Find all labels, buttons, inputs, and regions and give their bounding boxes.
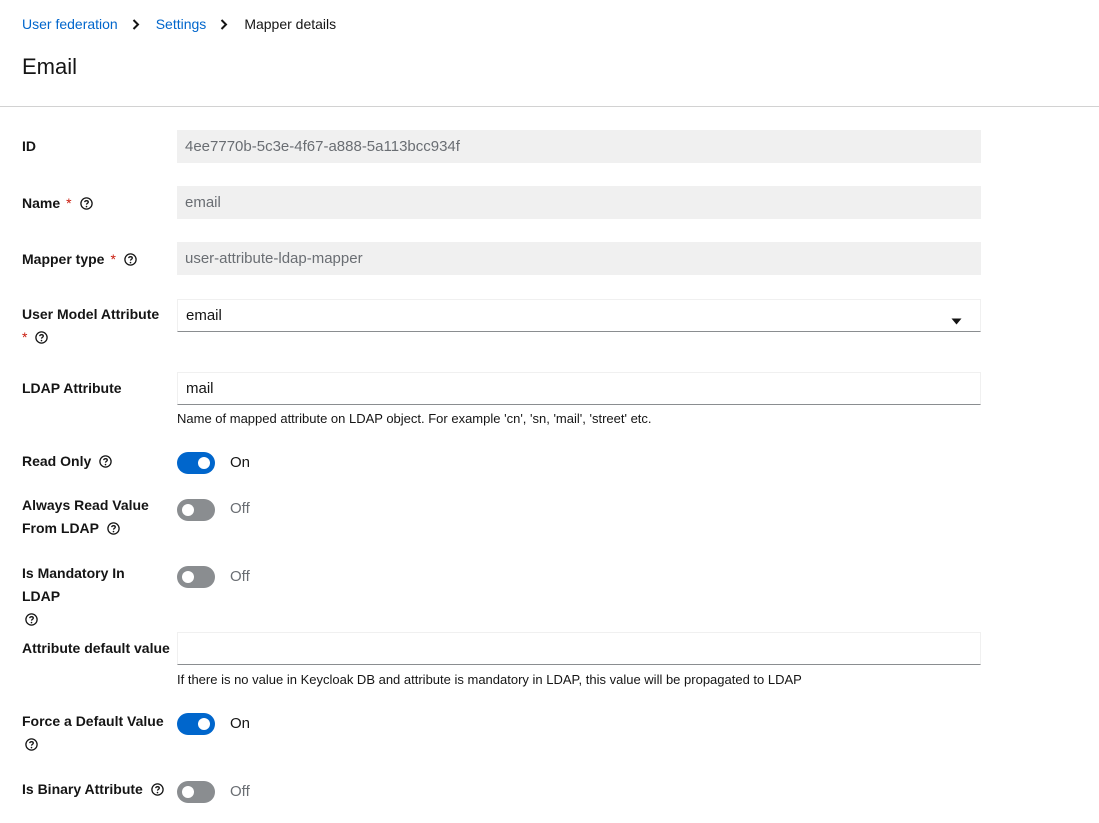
is-mandatory-state: Off [230,568,250,585]
user-model-attribute-value: email [186,307,222,324]
help-circle-icon[interactable] [99,455,112,468]
force-default-value-toggle[interactable] [177,713,215,735]
required-marker: * [110,251,116,267]
is-mandatory-label-text: Is Mandatory In LDAP [22,565,125,604]
name-label: Name * [22,192,167,215]
mapper-type-value: user-attribute-ldap-mapper [185,250,363,267]
chevron-right-icon [130,18,142,30]
help-circle-icon[interactable] [124,253,137,266]
breadcrumb-current: Mapper details [244,16,337,32]
ldap-attribute-label-text: LDAP Attribute [22,380,122,396]
ldap-attribute-value: mail [186,380,214,397]
toggle-knob [182,786,194,798]
user-model-attribute-label-text: User Model Attribute [22,306,160,322]
always-read-value-label: Always Read Value From LDAP [22,494,152,540]
name-value: email [185,194,221,211]
toggle-knob [182,571,194,583]
is-mandatory-toggle[interactable] [177,566,215,588]
name-field: email [177,186,981,219]
read-only-toggle[interactable] [177,452,215,474]
page-header: User federation Settings Mapper details … [0,0,1099,107]
attribute-default-value-helper-text: If there is no value in Keycloak DB and … [177,672,802,687]
page-title: Email [22,54,78,79]
mapper-type-label: Mapper type * [22,248,167,271]
attribute-default-value-label-text: Attribute default value [22,640,170,656]
toggle-knob [182,504,194,516]
mapper-type-label-text: Mapper type [22,251,105,267]
force-default-value-label: Force a Default Value [22,710,167,756]
read-only-label-text: Read Only [22,453,92,469]
toggle-knob [198,718,210,730]
is-binary-attribute-toggle[interactable] [177,781,215,803]
toggle-knob [198,457,210,469]
always-read-value-state: Off [230,500,250,517]
is-mandatory-label: Is Mandatory In LDAP [22,562,162,631]
help-circle-icon[interactable] [25,613,38,626]
required-marker: * [22,329,28,345]
ldap-attribute-input[interactable]: mail [177,372,981,405]
help-circle-icon[interactable] [25,738,38,751]
is-binary-attribute-label-text: Is Binary Attribute [22,781,143,797]
caret-down-icon [951,312,962,325]
user-model-attribute-select[interactable]: email [177,299,981,332]
help-circle-icon[interactable] [35,331,49,344]
attribute-default-value-input[interactable] [177,632,981,665]
user-model-attribute-label: User Model Attribute * [22,303,167,349]
force-default-value-label-text: Force a Default Value [22,713,164,729]
required-marker: * [66,195,72,211]
is-binary-attribute-label: Is Binary Attribute [22,778,172,801]
breadcrumb-settings[interactable]: Settings [156,16,207,32]
read-only-label: Read Only [22,450,167,473]
id-label: ID [22,135,167,158]
attribute-default-value-label: Attribute default value [22,637,172,660]
help-circle-icon[interactable] [151,783,164,796]
id-field: 4ee7770b-5c3e-4f67-a888-5a113bcc934f [177,130,981,163]
ldap-attribute-helper-text: Name of mapped attribute on LDAP object.… [177,411,652,426]
ldap-attribute-label: LDAP Attribute [22,377,167,400]
name-label-text: Name [22,195,61,211]
is-binary-attribute-state: Off [230,783,250,800]
read-only-state: On [230,454,251,471]
mapper-type-field: user-attribute-ldap-mapper [177,242,981,275]
always-read-value-toggle[interactable] [177,499,215,521]
breadcrumb: User federation Settings Mapper details [22,16,336,32]
id-label-text: ID [22,138,36,154]
help-circle-icon[interactable] [79,197,93,210]
chevron-right-icon [218,18,230,30]
breadcrumb-user-federation[interactable]: User federation [22,16,118,32]
force-default-value-state: On [230,715,251,732]
id-value: 4ee7770b-5c3e-4f67-a888-5a113bcc934f [185,138,460,155]
help-circle-icon[interactable] [107,522,120,535]
always-read-value-label-text: Always Read Value From LDAP [22,497,149,536]
